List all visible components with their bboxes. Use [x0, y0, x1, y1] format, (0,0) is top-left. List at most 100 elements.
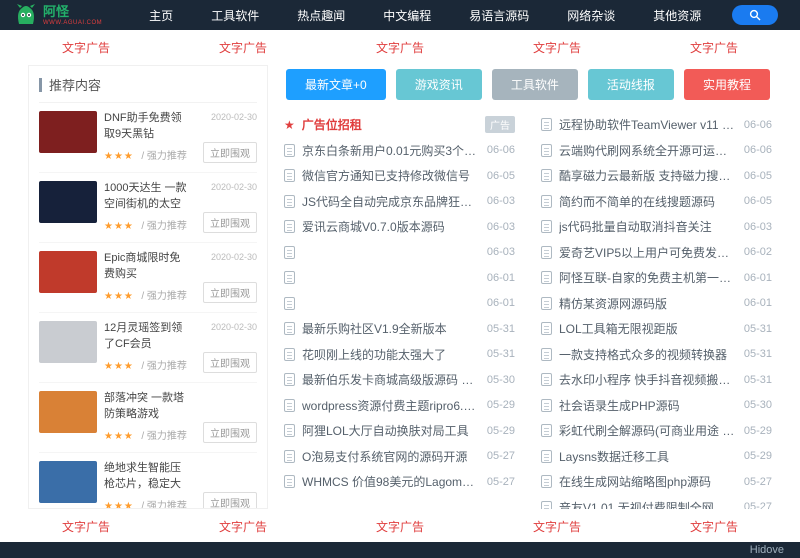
article-row[interactable]: O泡易支付系统官网的源码开源 05-27	[284, 444, 515, 470]
nav-link[interactable]: 主页	[149, 7, 173, 24]
thumbnail-image	[39, 181, 97, 223]
article-row[interactable]: 去水印小程序 快手抖音视频搬运工上热门必备 05-31	[541, 367, 772, 393]
article-row[interactable]: 06-03	[284, 240, 515, 266]
article-date: 05-31	[744, 374, 772, 386]
recommended-item[interactable]: 12月灵瑶签到领了CF会员 ★★★ / 强力推荐 2020-02-30 立即围观	[39, 313, 257, 383]
document-icon	[541, 271, 552, 284]
article-row[interactable]: 阿怪互联-自家的免费主机第一批正式开通 06-01	[541, 265, 772, 291]
article-row[interactable]: 爱讯云商城V0.7.0版本源码 06-03	[284, 214, 515, 240]
article-row[interactable]: 简约而不简单的在线搜题源码 06-05	[541, 189, 772, 215]
category-button[interactable]: 实用教程	[684, 69, 770, 100]
article-date: 05-31	[744, 323, 772, 335]
article-row[interactable]: 最新伯乐发卡商城高级版源码 无后门 05-30	[284, 367, 515, 393]
article-row[interactable]: js代码批量自动取消抖音关注 06-03	[541, 214, 772, 240]
site-logo[interactable]: 阿怪 WWW.AGUAI.COM	[14, 3, 102, 27]
article-row[interactable]: 远程协助软件TeamViewer v11 单文件版 06-06	[541, 112, 772, 138]
article-row[interactable]: wordpress资源付费主题ripro6.7含美化包教程 05-29	[284, 393, 515, 419]
article-row[interactable]: LOL工具箱无限视距版 05-31	[541, 316, 772, 342]
text-ad-link[interactable]: 文字广告	[376, 518, 424, 535]
article-title: 阿怪互联-自家的免费主机第一批正式开通	[559, 269, 737, 286]
article-row[interactable]: 精仿某资源网源码版 06-01	[541, 291, 772, 317]
recommended-item-body: 1000天达生 一款空间街机的太空模拟经营游戏 ★★★ / 强力推荐	[104, 181, 190, 234]
recommended-item[interactable]: 部落冲突 一款塔防策略游戏 ★★★ / 强力推荐 立即围观	[39, 383, 257, 453]
article-date: 06-01	[487, 272, 515, 284]
recommend-note: / 强力推荐	[141, 221, 187, 232]
article-date: 06-05	[487, 170, 515, 182]
article-row[interactable]: 06-01	[284, 265, 515, 291]
article-title: 彩虹代刷全解源码(可商业用途 防黑)	[559, 422, 737, 439]
article-row[interactable]: 京东白条新用户0.01元购买3个月爱奇艺黄金VIP 06-06	[284, 138, 515, 164]
article-row[interactable]: 阿狸LOL大厅自动换肤对局工具 05-29	[284, 418, 515, 444]
text-ad-link[interactable]: 文字广告	[219, 39, 267, 56]
monster-logo-icon	[14, 3, 38, 27]
nav-link[interactable]: 工具软件	[211, 7, 259, 24]
article-row[interactable]: 06-01	[284, 291, 515, 317]
star-rating-icon: ★★★	[104, 291, 134, 302]
article-row[interactable]: 爱奇艺VIP5以上用户可免费发爱奇艺VIP红包 06-02	[541, 240, 772, 266]
article-date: 05-29	[744, 425, 772, 437]
article-date: 06-03	[487, 195, 515, 207]
recommended-item-body: Epic商城限时免费购买《SUPERHOT》游戏 ★★★ / 强力推荐	[104, 251, 190, 304]
article-row[interactable]: Laysns数据迁移工具 05-29	[541, 444, 772, 470]
view-now-button[interactable]: 立即围观	[203, 142, 257, 163]
view-now-button[interactable]: 立即围观	[203, 422, 257, 443]
recommended-item[interactable]: DNF助手免费领取9天黑钻 ★★★ / 强力推荐 2020-02-30 立即围观	[39, 103, 257, 173]
text-ad-link[interactable]: 文字广告	[690, 39, 738, 56]
article-row[interactable]: 社会语录生成PHP源码 05-30	[541, 393, 772, 419]
search-button[interactable]	[732, 5, 778, 25]
article-title: 云端购代刷网系统全开源可运营程序搭建	[559, 142, 737, 159]
nav-link[interactable]: 热点趣闻	[297, 7, 345, 24]
star-rating-icon: ★★★	[104, 431, 134, 442]
nav-link[interactable]: 网络杂谈	[567, 7, 615, 24]
article-row[interactable]: 云端购代刷网系统全开源可运营程序搭建 06-06	[541, 138, 772, 164]
article-date: 06-06	[487, 144, 515, 156]
document-icon	[541, 195, 552, 208]
article-row[interactable]: 一款支持格式众多的视频转换器 05-31	[541, 342, 772, 368]
recommended-item[interactable]: 1000天达生 一款空间街机的太空模拟经营游戏 ★★★ / 强力推荐 2020-…	[39, 173, 257, 243]
view-now-button[interactable]: 立即围观	[203, 282, 257, 303]
star-rating-icon: ★★★	[104, 501, 134, 509]
category-button[interactable]: 工具软件	[492, 69, 578, 100]
category-button[interactable]: 游戏资讯	[396, 69, 482, 100]
article-row[interactable]: 彩虹代刷全解源码(可商业用途 防黑) 05-29	[541, 418, 772, 444]
text-ad-link[interactable]: 文字广告	[533, 518, 581, 535]
article-row[interactable]: 花呗刚上线的功能太强大了 05-31	[284, 342, 515, 368]
footer: Hidove	[0, 542, 800, 558]
article-row[interactable]: 微信官方通知已支持修改微信号 06-05	[284, 163, 515, 189]
article-row[interactable]: WHMCS 价值98美元的Lagom主题模板开源 05-27	[284, 469, 515, 495]
article-title: Laysns数据迁移工具	[559, 448, 737, 465]
article-row[interactable]: 酷享磁力云最新版 支持磁力搜索下载和一键推送 06-05	[541, 163, 772, 189]
article-title: 最新乐购社区V1.9全新版本	[302, 320, 480, 337]
article-title: 音友V1.01 无视付费限制全网音乐无损免费下载	[559, 499, 737, 509]
article-row[interactable]: 音友V1.01 无视付费限制全网音乐无损免费下载 05-27	[541, 495, 772, 510]
text-ad-link[interactable]: 文字广告	[219, 518, 267, 535]
document-icon	[284, 220, 295, 233]
ad-slot-row[interactable]: ★ 广告位招租 广告	[284, 112, 515, 138]
text-ad-link[interactable]: 文字广告	[690, 518, 738, 535]
view-now-button[interactable]: 立即围观	[203, 352, 257, 373]
article-date: 05-31	[487, 348, 515, 360]
recommend-note: / 强力推荐	[141, 361, 187, 372]
nav-link[interactable]: 中文编程	[383, 7, 431, 24]
nav-link[interactable]: 其他资源	[653, 7, 701, 24]
document-icon	[284, 475, 295, 488]
recommended-item[interactable]: Epic商城限时免费购买《SUPERHOT》游戏 ★★★ / 强力推荐 2020…	[39, 243, 257, 313]
article-row[interactable]: 在线生成网站缩略图php源码 05-27	[541, 469, 772, 495]
article-row[interactable]: JS代码全自动完成京东品牌狂欢城活动任务 06-03	[284, 189, 515, 215]
article-date: 05-30	[744, 399, 772, 411]
recommended-item[interactable]: 绝地求生智能压枪芯片，稳定大号使用，永久免费 ★★★ / 强力推荐 立即围观	[39, 453, 257, 509]
article-title: LOL工具箱无限视距版	[559, 320, 737, 337]
view-now-button[interactable]: 立即围观	[203, 492, 257, 509]
star-rating-icon: ★★★	[104, 151, 134, 162]
text-ad-link[interactable]: 文字广告	[62, 39, 110, 56]
text-ad-link[interactable]: 文字广告	[62, 518, 110, 535]
text-ad-link[interactable]: 文字广告	[533, 39, 581, 56]
nav-link[interactable]: 易语言源码	[469, 7, 529, 24]
document-icon	[284, 271, 295, 284]
category-button[interactable]: 最新文章+0	[286, 69, 386, 100]
text-ad-link[interactable]: 文字广告	[376, 39, 424, 56]
category-button[interactable]: 活动线报	[588, 69, 674, 100]
view-now-button[interactable]: 立即围观	[203, 212, 257, 233]
article-row[interactable]: 最新乐购社区V1.9全新版本 05-31	[284, 316, 515, 342]
article-date: 06-06	[744, 119, 772, 131]
